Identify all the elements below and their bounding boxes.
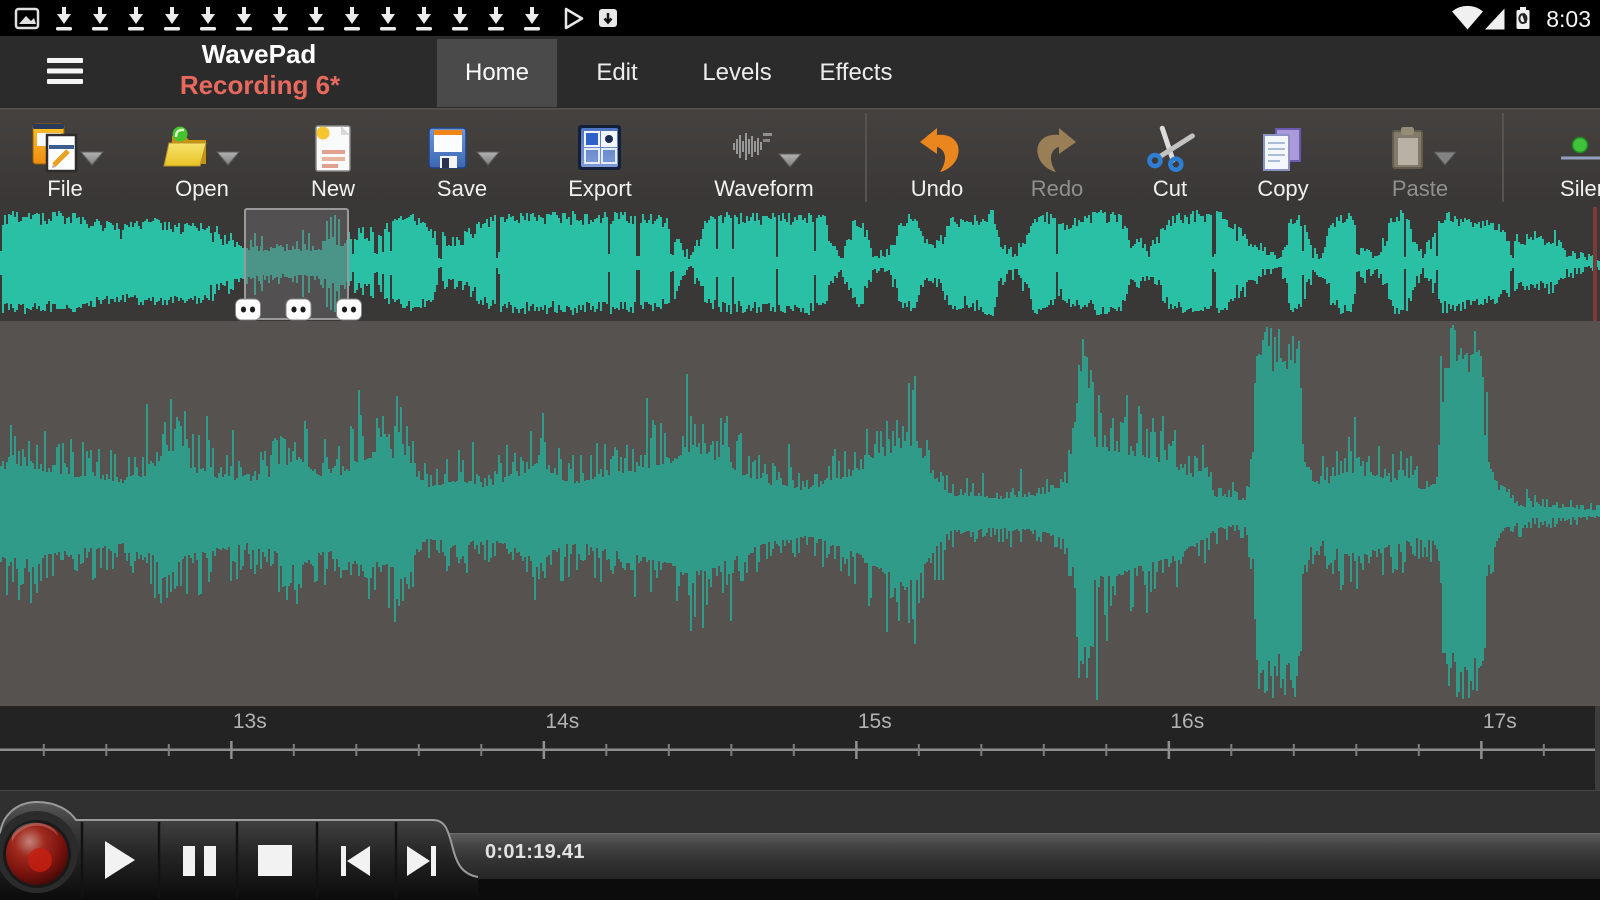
- svg-text:File: File: [47, 176, 82, 201]
- svg-text:14s: 14s: [545, 710, 579, 733]
- svg-text:Waveform: Waveform: [714, 176, 813, 201]
- svg-text:Silenc: Silenc: [1560, 176, 1600, 201]
- svg-text:15s: 15s: [858, 710, 892, 733]
- svg-text:Undo: Undo: [911, 176, 964, 201]
- svg-text:8:03: 8:03: [1546, 6, 1591, 32]
- svg-text:Save: Save: [437, 176, 487, 201]
- svg-text:Paste: Paste: [1392, 176, 1448, 201]
- svg-text:Open: Open: [175, 176, 229, 201]
- svg-text:Copy: Copy: [1257, 176, 1308, 201]
- svg-text:Export: Export: [568, 176, 632, 201]
- svg-text:Cut: Cut: [1153, 176, 1187, 201]
- svg-text:17s: 17s: [1483, 710, 1517, 733]
- svg-text:16s: 16s: [1170, 710, 1204, 733]
- svg-text:New: New: [311, 176, 355, 201]
- svg-text:Redo: Redo: [1031, 176, 1084, 201]
- svg-text:13s: 13s: [233, 710, 267, 733]
